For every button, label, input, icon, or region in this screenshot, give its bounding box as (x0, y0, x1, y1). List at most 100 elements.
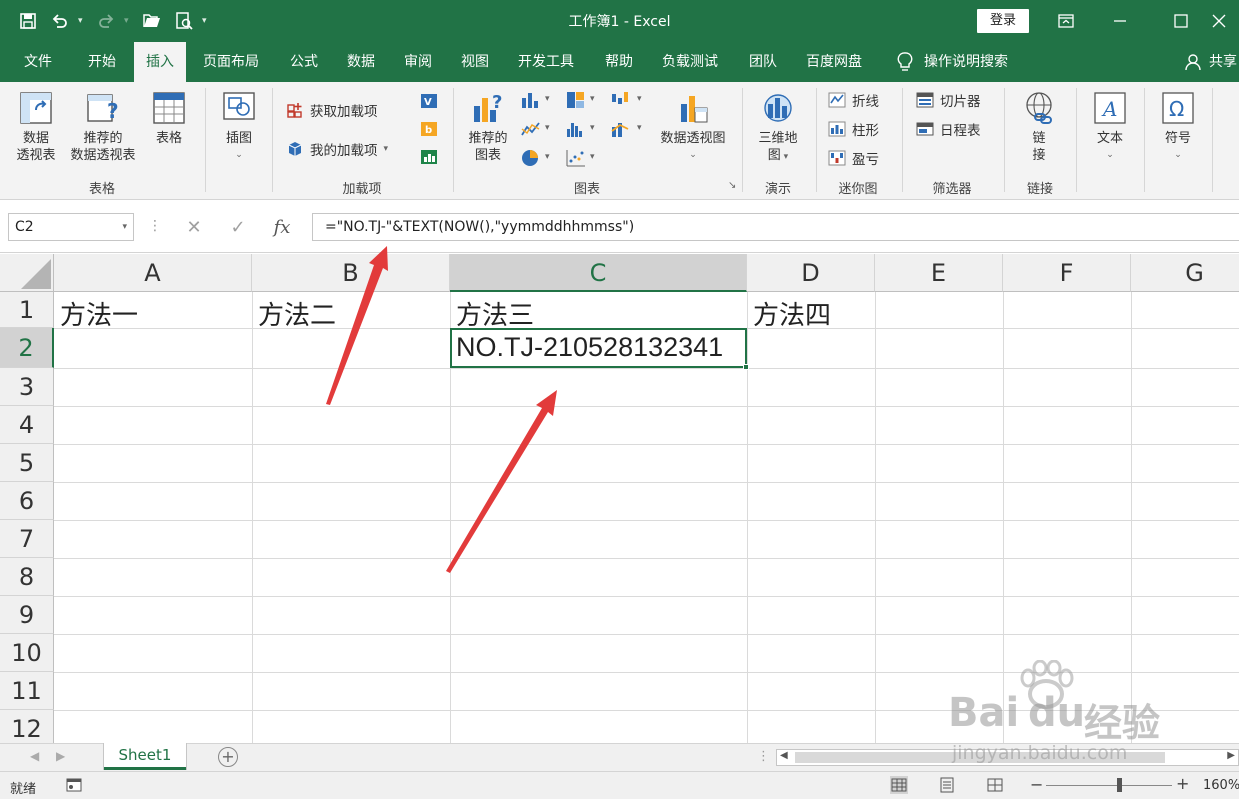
people-graph-icon[interactable] (420, 148, 438, 166)
grip-icon[interactable]: ⋮ (757, 749, 770, 764)
row-header-4[interactable]: 4 (0, 406, 54, 444)
tab-developer[interactable]: 开发工具 (506, 42, 586, 82)
slicer-button[interactable]: 切片器 (916, 90, 981, 110)
dialog-launcher-icon[interactable]: ↘ (728, 180, 736, 191)
row-header-5[interactable]: 5 (0, 444, 54, 482)
share-button[interactable]: 共享 (1185, 42, 1237, 82)
tab-team[interactable]: 团队 (737, 42, 789, 82)
scroll-right-icon[interactable]: ▶ (1227, 750, 1235, 761)
tab-page-layout[interactable]: 页面布局 (191, 42, 271, 82)
column-header-b[interactable]: B (252, 254, 450, 292)
recommended-pivot-button[interactable]: ? 推荐的 数据透视表 (64, 90, 142, 164)
line-chart-icon[interactable] (520, 119, 542, 139)
column-chart-icon[interactable] (520, 90, 542, 110)
tab-load-test[interactable]: 负载测试 (650, 42, 730, 82)
sheet-tab-sheet1[interactable]: Sheet1 (104, 743, 186, 770)
sparkline-line-button[interactable]: 折线 (828, 90, 879, 110)
sheet-nav-next-icon[interactable]: ▶ (56, 749, 65, 763)
tab-insert[interactable]: 插入 (134, 42, 186, 82)
sparkline-column-button[interactable]: 柱形 (828, 119, 879, 139)
page-layout-view-icon[interactable] (938, 776, 956, 794)
add-sheet-icon[interactable]: + (218, 747, 238, 767)
column-header-f[interactable]: F (1003, 254, 1131, 292)
tab-file[interactable]: 文件 (12, 42, 64, 82)
chevron-down-icon[interactable]: ▾ (637, 123, 642, 133)
zoom-slider-thumb[interactable] (1116, 778, 1122, 792)
fill-handle[interactable] (743, 364, 749, 370)
insert-function-icon[interactable]: fx (260, 217, 304, 238)
page-break-view-icon[interactable] (986, 776, 1004, 794)
chevron-down-icon[interactable]: ▾ (122, 214, 127, 240)
cell-b1[interactable]: 方法二 (252, 295, 336, 332)
pivot-chart-button[interactable]: 数据透视图 ⌄ (652, 90, 734, 164)
chevron-down-icon[interactable]: ▾ (545, 94, 550, 104)
tab-baidu-netdisk[interactable]: 百度网盘 (794, 42, 874, 82)
tab-review[interactable]: 审阅 (392, 42, 444, 82)
chevron-down-icon[interactable]: ▾ (545, 152, 550, 162)
row-header-1[interactable]: 1 (0, 292, 54, 328)
chevron-down-icon[interactable]: ▾ (590, 152, 595, 162)
statistic-chart-icon[interactable] (565, 119, 587, 139)
cell-d1[interactable]: 方法四 (747, 295, 831, 332)
zoom-out-button[interactable]: − (1030, 775, 1043, 794)
tab-formulas[interactable]: 公式 (278, 42, 330, 82)
macro-record-icon[interactable] (66, 778, 82, 792)
column-header-a[interactable]: A (54, 254, 252, 292)
close-icon[interactable] (1196, 6, 1239, 36)
chevron-down-icon[interactable]: ▾ (545, 123, 550, 133)
row-header-7[interactable]: 7 (0, 520, 54, 558)
row-header-11[interactable]: 11 (0, 672, 54, 710)
text-button[interactable]: A 文本 ⌄ (1088, 90, 1132, 164)
name-box[interactable]: C2 ▾ (8, 213, 134, 241)
scatter-chart-icon[interactable] (565, 148, 587, 168)
zoom-level[interactable]: 160% (1203, 778, 1239, 793)
visio-icon[interactable]: V (420, 92, 438, 110)
pivot-table-button[interactable]: 数据 透视表 (12, 90, 60, 164)
row-header-9[interactable]: 9 (0, 596, 54, 634)
select-all-button[interactable] (0, 254, 54, 292)
waterfall-chart-icon[interactable] (610, 90, 632, 110)
tab-data[interactable]: 数据 (335, 42, 387, 82)
row-header-10[interactable]: 10 (0, 634, 54, 672)
column-header-c[interactable]: C (450, 254, 747, 292)
tell-me-search[interactable]: 操作说明搜索 (896, 42, 1008, 82)
illustrations-button[interactable]: 插图 ⌄ (216, 90, 262, 164)
bing-maps-icon[interactable]: b (420, 120, 438, 138)
tab-home[interactable]: 开始 (76, 42, 128, 82)
hierarchy-chart-icon[interactable] (565, 90, 587, 110)
zoom-slider-track[interactable] (1046, 785, 1172, 786)
my-addins-button[interactable]: 我的加载项 ▾ (286, 139, 388, 159)
row-header-8[interactable]: 8 (0, 558, 54, 596)
table-button[interactable]: 表格 (146, 90, 192, 147)
3d-map-button[interactable]: 三维地 图 ▾ (752, 90, 804, 166)
column-header-g[interactable]: G (1131, 254, 1239, 292)
normal-view-icon[interactable] (890, 776, 908, 794)
sparkline-winloss-button[interactable]: 盈亏 (828, 148, 879, 168)
row-header-6[interactable]: 6 (0, 482, 54, 520)
get-addins-button[interactable]: 获取加载项 (286, 100, 378, 120)
enter-icon[interactable]: ✓ (216, 217, 260, 238)
chevron-down-icon[interactable]: ▾ (637, 94, 642, 104)
row-header-3[interactable]: 3 (0, 368, 54, 406)
timeline-button[interactable]: 日程表 (916, 119, 981, 139)
symbols-button[interactable]: Ω 符号 ⌄ (1156, 90, 1200, 164)
chevron-down-icon[interactable]: ▾ (590, 123, 595, 133)
zoom-in-button[interactable]: + (1176, 774, 1189, 793)
cell-a1[interactable]: 方法一 (54, 295, 138, 332)
chevron-down-icon[interactable]: ▾ (590, 94, 595, 104)
link-button[interactable]: 链 接 (1014, 90, 1064, 164)
column-header-d[interactable]: D (747, 254, 875, 292)
row-header-12[interactable]: 12 (0, 710, 54, 743)
row-header-2[interactable]: 2 (0, 328, 54, 368)
scroll-left-icon[interactable]: ◀ (780, 750, 788, 761)
tab-view[interactable]: 视图 (449, 42, 501, 82)
tab-help[interactable]: 帮助 (593, 42, 645, 82)
cancel-icon[interactable]: ✕ (172, 217, 216, 238)
recommended-charts-button[interactable]: ? 推荐的 图表 (462, 90, 514, 164)
sheet-nav-prev-icon[interactable]: ◀ (30, 749, 39, 763)
login-button[interactable]: 登录 (977, 9, 1029, 33)
pie-chart-icon[interactable] (520, 148, 542, 168)
combo-chart-icon[interactable] (610, 119, 632, 139)
minimize-icon[interactable] (1097, 6, 1143, 36)
formula-input[interactable]: ="NO.TJ-"&TEXT(NOW(),"yymmddhhmmss") (312, 213, 1239, 241)
